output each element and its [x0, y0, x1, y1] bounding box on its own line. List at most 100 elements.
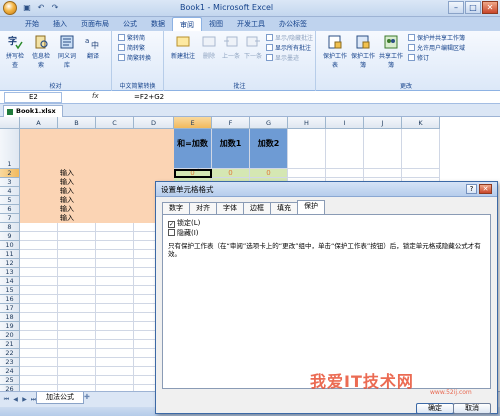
row-header-8[interactable]: 8 [0, 223, 20, 232]
tab-review[interactable]: 审阅 [172, 17, 202, 31]
tab-insert[interactable]: 插入 [46, 17, 74, 31]
cell[interactable] [20, 196, 58, 205]
show-ink-button[interactable]: 显示墨迹 [266, 54, 299, 63]
cell-f2[interactable]: 0 [212, 169, 250, 178]
row-header-4[interactable]: 4 [0, 187, 20, 196]
cell[interactable] [58, 349, 96, 358]
translate-button[interactable]: a中 翻译 [82, 34, 104, 60]
row-header-3[interactable]: 3 [0, 178, 20, 187]
undo-icon[interactable]: ↶ [36, 3, 46, 13]
cell[interactable] [20, 268, 58, 277]
cell[interactable] [96, 214, 134, 223]
cell[interactable] [58, 129, 96, 169]
cell-g1[interactable]: 加数2 [250, 129, 288, 169]
cell[interactable] [20, 358, 58, 367]
tab-alignment[interactable]: 对齐 [189, 202, 217, 214]
row-header-15[interactable]: 15 [0, 286, 20, 295]
redo-icon[interactable]: ↷ [50, 3, 60, 13]
cell[interactable] [20, 169, 58, 178]
prev-sheet-icon[interactable]: ◀ [12, 396, 19, 403]
cell[interactable] [288, 169, 326, 178]
protect-share-workbook-button[interactable]: 保护并共享工作簿 [408, 34, 465, 43]
row-header-17[interactable]: 17 [0, 304, 20, 313]
allow-edit-ranges-button[interactable]: 允许用户编辑区域 [408, 44, 465, 53]
row-header-23[interactable]: 23 [0, 358, 20, 367]
cell[interactable] [96, 349, 134, 358]
cell[interactable] [20, 376, 58, 385]
cell[interactable] [20, 304, 58, 313]
maximize-button[interactable]: □ [465, 1, 481, 14]
cell[interactable] [20, 223, 58, 232]
delete-comment-button[interactable]: 删除 [198, 34, 220, 60]
cell[interactable] [96, 187, 134, 196]
tab-data[interactable]: 数据 [144, 17, 172, 31]
cell[interactable] [96, 223, 134, 232]
cell[interactable] [96, 178, 134, 187]
column-header-i[interactable]: I [326, 117, 364, 129]
cell[interactable] [20, 187, 58, 196]
research-button[interactable]: 信息检索 [30, 34, 52, 69]
tab-office-tab[interactable]: 办公标签 [272, 17, 314, 31]
close-button[interactable]: ✕ [482, 1, 498, 14]
cell-e1[interactable]: 和=加数1+加数2 [174, 129, 212, 178]
cancel-button[interactable]: 取消 [453, 403, 491, 414]
cell[interactable] [20, 322, 58, 331]
tab-protection[interactable]: 保护 [297, 200, 325, 214]
row-header-7[interactable]: 7 [0, 214, 20, 223]
help-button[interactable]: ? [466, 184, 477, 194]
cell[interactable] [58, 376, 96, 385]
cell[interactable] [58, 304, 96, 313]
cell[interactable] [20, 205, 58, 214]
cell[interactable] [58, 295, 96, 304]
cell[interactable] [96, 376, 134, 385]
cell[interactable] [364, 169, 402, 178]
tab-number[interactable]: 数字 [162, 202, 190, 214]
column-header-k[interactable]: K [402, 117, 440, 129]
cell[interactable] [58, 268, 96, 277]
cell-e2[interactable]: 0 [174, 169, 212, 178]
formula-input[interactable]: =F2+G2 [134, 92, 164, 102]
simp-to-trad-button[interactable]: 简转繁 [118, 44, 145, 53]
column-header-a[interactable]: A [20, 117, 58, 129]
cell[interactable] [20, 367, 58, 376]
cell[interactable] [20, 331, 58, 340]
tab-developer[interactable]: 开发工具 [230, 17, 272, 31]
cell[interactable] [20, 259, 58, 268]
tab-home[interactable]: 开始 [18, 17, 46, 31]
tab-formulas[interactable]: 公式 [116, 17, 144, 31]
cell[interactable] [326, 129, 364, 169]
next-comment-button[interactable]: 下一条 [242, 34, 264, 60]
row-header-11[interactable]: 11 [0, 250, 20, 259]
cell[interactable] [364, 129, 402, 169]
row-header-24[interactable]: 24 [0, 367, 20, 376]
cell[interactable] [96, 232, 134, 241]
new-comment-button[interactable]: 新建批注 [168, 34, 198, 60]
column-header-f[interactable]: F [212, 117, 250, 129]
cell[interactable] [402, 169, 440, 178]
cell[interactable] [96, 205, 134, 214]
cell[interactable] [20, 295, 58, 304]
locked-checkbox[interactable]: ✓ 锁定(L) [168, 219, 200, 228]
simp-trad-convert-button[interactable]: 简繁转换 [118, 54, 151, 63]
cell[interactable] [20, 232, 58, 241]
cell[interactable] [96, 331, 134, 340]
function-icon[interactable]: fx [92, 92, 99, 100]
cell[interactable] [58, 358, 96, 367]
hidden-checkbox[interactable]: 隐藏(I) [168, 229, 199, 238]
cell[interactable] [96, 259, 134, 268]
cell[interactable] [58, 259, 96, 268]
cell[interactable] [20, 277, 58, 286]
cell[interactable] [96, 304, 134, 313]
cell[interactable] [96, 129, 134, 169]
row-header-12[interactable]: 12 [0, 259, 20, 268]
row-header-2[interactable]: 2 [0, 169, 20, 178]
cell[interactable] [20, 340, 58, 349]
document-tab[interactable]: Book1.xlsx [3, 105, 63, 117]
first-sheet-icon[interactable]: ⏮ [3, 396, 10, 403]
row-header-18[interactable]: 18 [0, 313, 20, 322]
tab-border[interactable]: 边框 [243, 202, 271, 214]
select-all-corner[interactable] [0, 117, 20, 129]
next-sheet-icon[interactable]: ▶ [21, 396, 28, 403]
show-all-comments-button[interactable]: 显示所有批注 [266, 44, 311, 53]
cell[interactable] [288, 129, 326, 169]
